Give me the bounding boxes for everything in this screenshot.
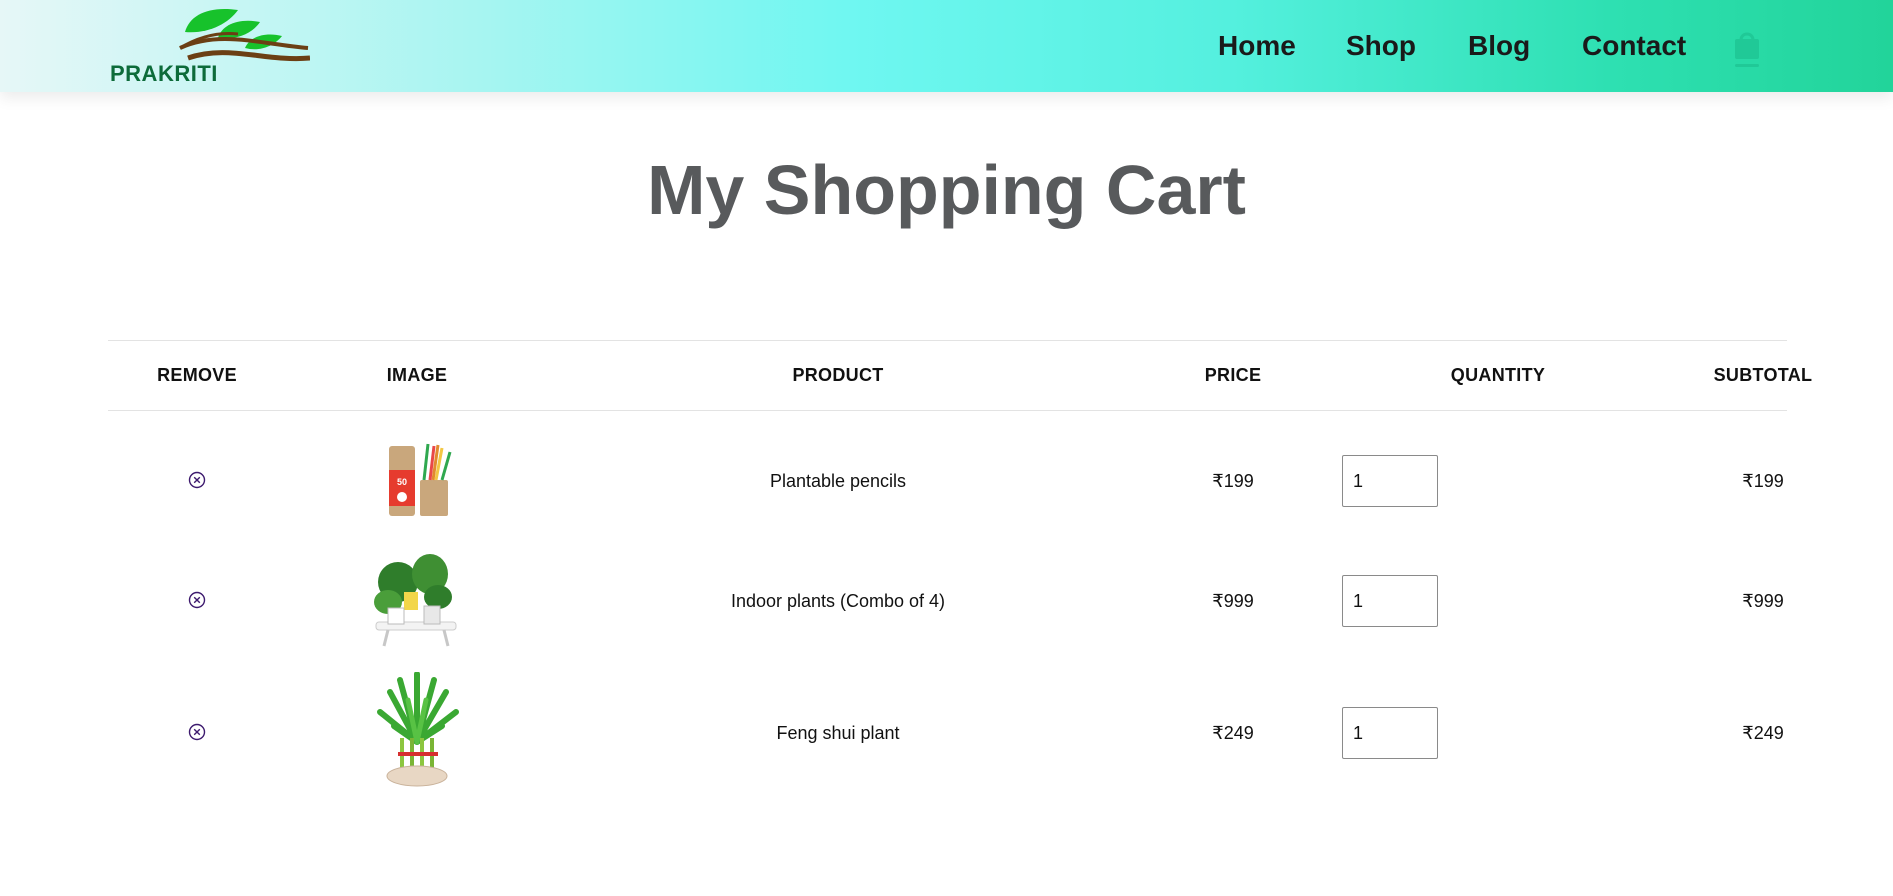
product-subtotal: ₹249 (1742, 723, 1784, 743)
table-row: Indoor plants (Combo of 4) ₹999 ₹999 (108, 552, 1787, 662)
nav-shop[interactable]: Shop (1346, 28, 1416, 64)
nav-blog[interactable]: Blog (1468, 28, 1530, 64)
column-header-remove: REMOVE (157, 365, 237, 385)
column-header-subtotal: SUBTOTAL (1713, 365, 1813, 385)
site-header: PRAKRITI Home Shop Blog Contact (0, 0, 1893, 92)
close-circle-icon[interactable] (188, 723, 206, 741)
brand-logo[interactable]: PRAKRITI (110, 4, 310, 86)
product-subtotal: ₹199 (1742, 471, 1784, 491)
quantity-input[interactable] (1342, 575, 1438, 627)
nav-contact[interactable]: Contact (1582, 28, 1686, 64)
close-circle-icon[interactable] (188, 471, 206, 489)
brand-name: PRAKRITI (110, 61, 218, 86)
product-subtotal: ₹999 (1742, 591, 1784, 611)
page-title: My Shopping Cart (647, 151, 1246, 229)
product-price: ₹199 (1212, 471, 1254, 491)
column-header-price: PRICE (1204, 365, 1262, 385)
shopping-bag-icon[interactable] (1732, 28, 1762, 70)
quantity-input[interactable] (1342, 707, 1438, 759)
column-header-image: IMAGE (386, 365, 448, 385)
table-header-divider (108, 410, 1787, 411)
quantity-input[interactable] (1342, 455, 1438, 507)
product-name[interactable]: Feng shui plant (678, 723, 998, 744)
table-row: Feng shui plant ₹249 ₹249 (108, 671, 1787, 797)
product-image-indoor-plants-combo (368, 552, 463, 648)
svg-text:50: 50 (397, 477, 407, 487)
product-name[interactable]: Indoor plants (Combo of 4) (678, 591, 998, 612)
product-name[interactable]: Plantable pencils (678, 471, 998, 492)
product-image-plantable-pencils: 50 (386, 440, 456, 520)
table-top-divider (108, 340, 1787, 341)
product-image-feng-shui-plant (370, 671, 465, 792)
column-header-quantity: QUANTITY (1450, 365, 1546, 385)
product-price: ₹249 (1212, 723, 1254, 743)
product-price: ₹999 (1212, 591, 1254, 611)
table-row: 50 Plantable pencils ₹199 ₹199 (108, 440, 1787, 540)
column-header-product: PRODUCT (792, 365, 884, 385)
nav-home[interactable]: Home (1218, 28, 1296, 64)
close-circle-icon[interactable] (188, 591, 206, 609)
